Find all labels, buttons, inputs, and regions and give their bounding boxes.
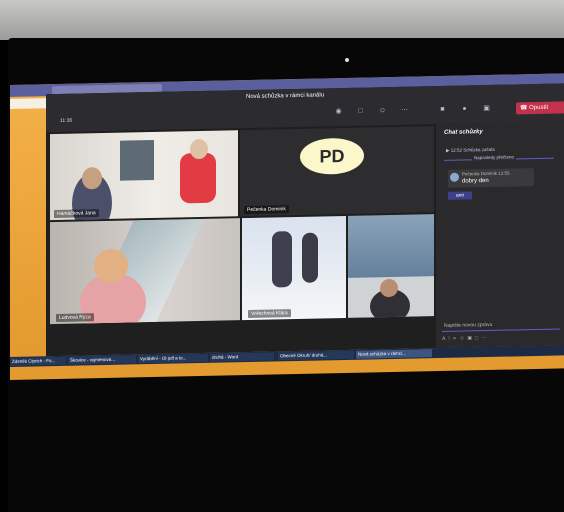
desktop-background: [10, 96, 46, 357]
video-tile-klara[interactable]: Vořechová Klára: [242, 215, 346, 321]
webcam-dot: [345, 58, 349, 62]
system-text: Schůzka začala: [463, 146, 495, 153]
gif-icon[interactable]: ▣: [467, 335, 475, 341]
participant-name: Pečenka Dominik: [244, 205, 289, 215]
message-meta: Pečenka Dominik 12:55: [462, 171, 510, 177]
reactions-icon[interactable]: ☺: [378, 107, 387, 114]
compose-toolbar: A!∞☺▣□⋯: [442, 335, 489, 342]
person-child: [180, 152, 216, 204]
taskbar-item[interactable]: Vyrábění - Ol pdf a to...: [138, 353, 208, 364]
chat-icon[interactable]: □: [356, 108, 365, 115]
taskbar-item[interactable]: Zdeněk Ciprich - Fo...: [10, 356, 66, 366]
more-options-icon[interactable]: ⋯: [400, 107, 409, 114]
video-tile-dominik[interactable]: PD Pečenka Dominik: [240, 126, 434, 217]
background-window-edge: [10, 98, 50, 109]
taskbar-item-active[interactable]: Nová schůzka v rámci...: [356, 349, 432, 359]
participant-name: Vořechová Klára: [248, 309, 291, 319]
system-time: 12:52: [450, 147, 462, 153]
chat-input[interactable]: Napište novou zprávu: [442, 319, 560, 332]
meeting-timer: 11:36: [60, 117, 73, 124]
reply-message[interactable]: ano: [448, 191, 472, 200]
participants-icon[interactable]: ◉: [334, 108, 343, 115]
more-icon[interactable]: ⋯: [481, 335, 489, 341]
avatar: [450, 172, 459, 182]
chat-title: Chat schůzky: [444, 129, 483, 136]
video-tile-ryza[interactable]: Ludvová Rýza: [50, 218, 240, 325]
person-dancer-1: [272, 231, 292, 288]
leave-button[interactable]: ☎ Opustit: [516, 101, 564, 115]
taskbar-item[interactable]: Škovice - vyjmenova...: [68, 355, 136, 365]
avatar: PD: [300, 137, 364, 175]
meeting-title: Nová schůzka v rámci kanálu: [246, 92, 325, 101]
share-screen-icon[interactable]: ▣: [482, 105, 491, 112]
microphone-icon[interactable]: ●: [460, 105, 469, 112]
taskbar-item[interactable]: Obecné Okruh/ druhá...: [278, 350, 354, 361]
monitor-screen: Nová schůzka v rámci kanálu 11:36 ◉ □ ☺ …: [10, 73, 564, 380]
participant-name: Hamáčková Jana: [54, 209, 99, 219]
wall-picture: [120, 139, 154, 181]
message-text: dobry den: [462, 177, 489, 185]
leave-label: Opustit: [529, 104, 549, 112]
last-read-label: Naposledy přečteno: [472, 154, 517, 161]
person-dancer-2: [302, 232, 318, 283]
chat-message[interactable]: Pečenka Dominik 12:55 dobry den: [448, 168, 534, 188]
video-tile-jana[interactable]: Hamáčková Jana: [50, 130, 238, 221]
message-time: 12:55: [498, 170, 510, 176]
teams-meeting-window: Nová schůzka v rámci kanálu 11:36 ◉ □ ☺ …: [46, 83, 564, 357]
message-author: Pečenka Dominik: [462, 170, 498, 177]
chat-panel: Chat schůzky ▶ 12:52 Schůzka začala Napo…: [436, 121, 564, 349]
camera-icon[interactable]: ■: [438, 106, 447, 113]
system-message: ▶ 12:52 Schůzka začala: [446, 146, 495, 153]
background-wall: [0, 0, 564, 40]
taskbar-item[interactable]: druhá - Word: [210, 352, 274, 362]
video-tile-extra[interactable]: [348, 214, 434, 318]
participant-name: Ludvová Rýza: [56, 313, 94, 323]
